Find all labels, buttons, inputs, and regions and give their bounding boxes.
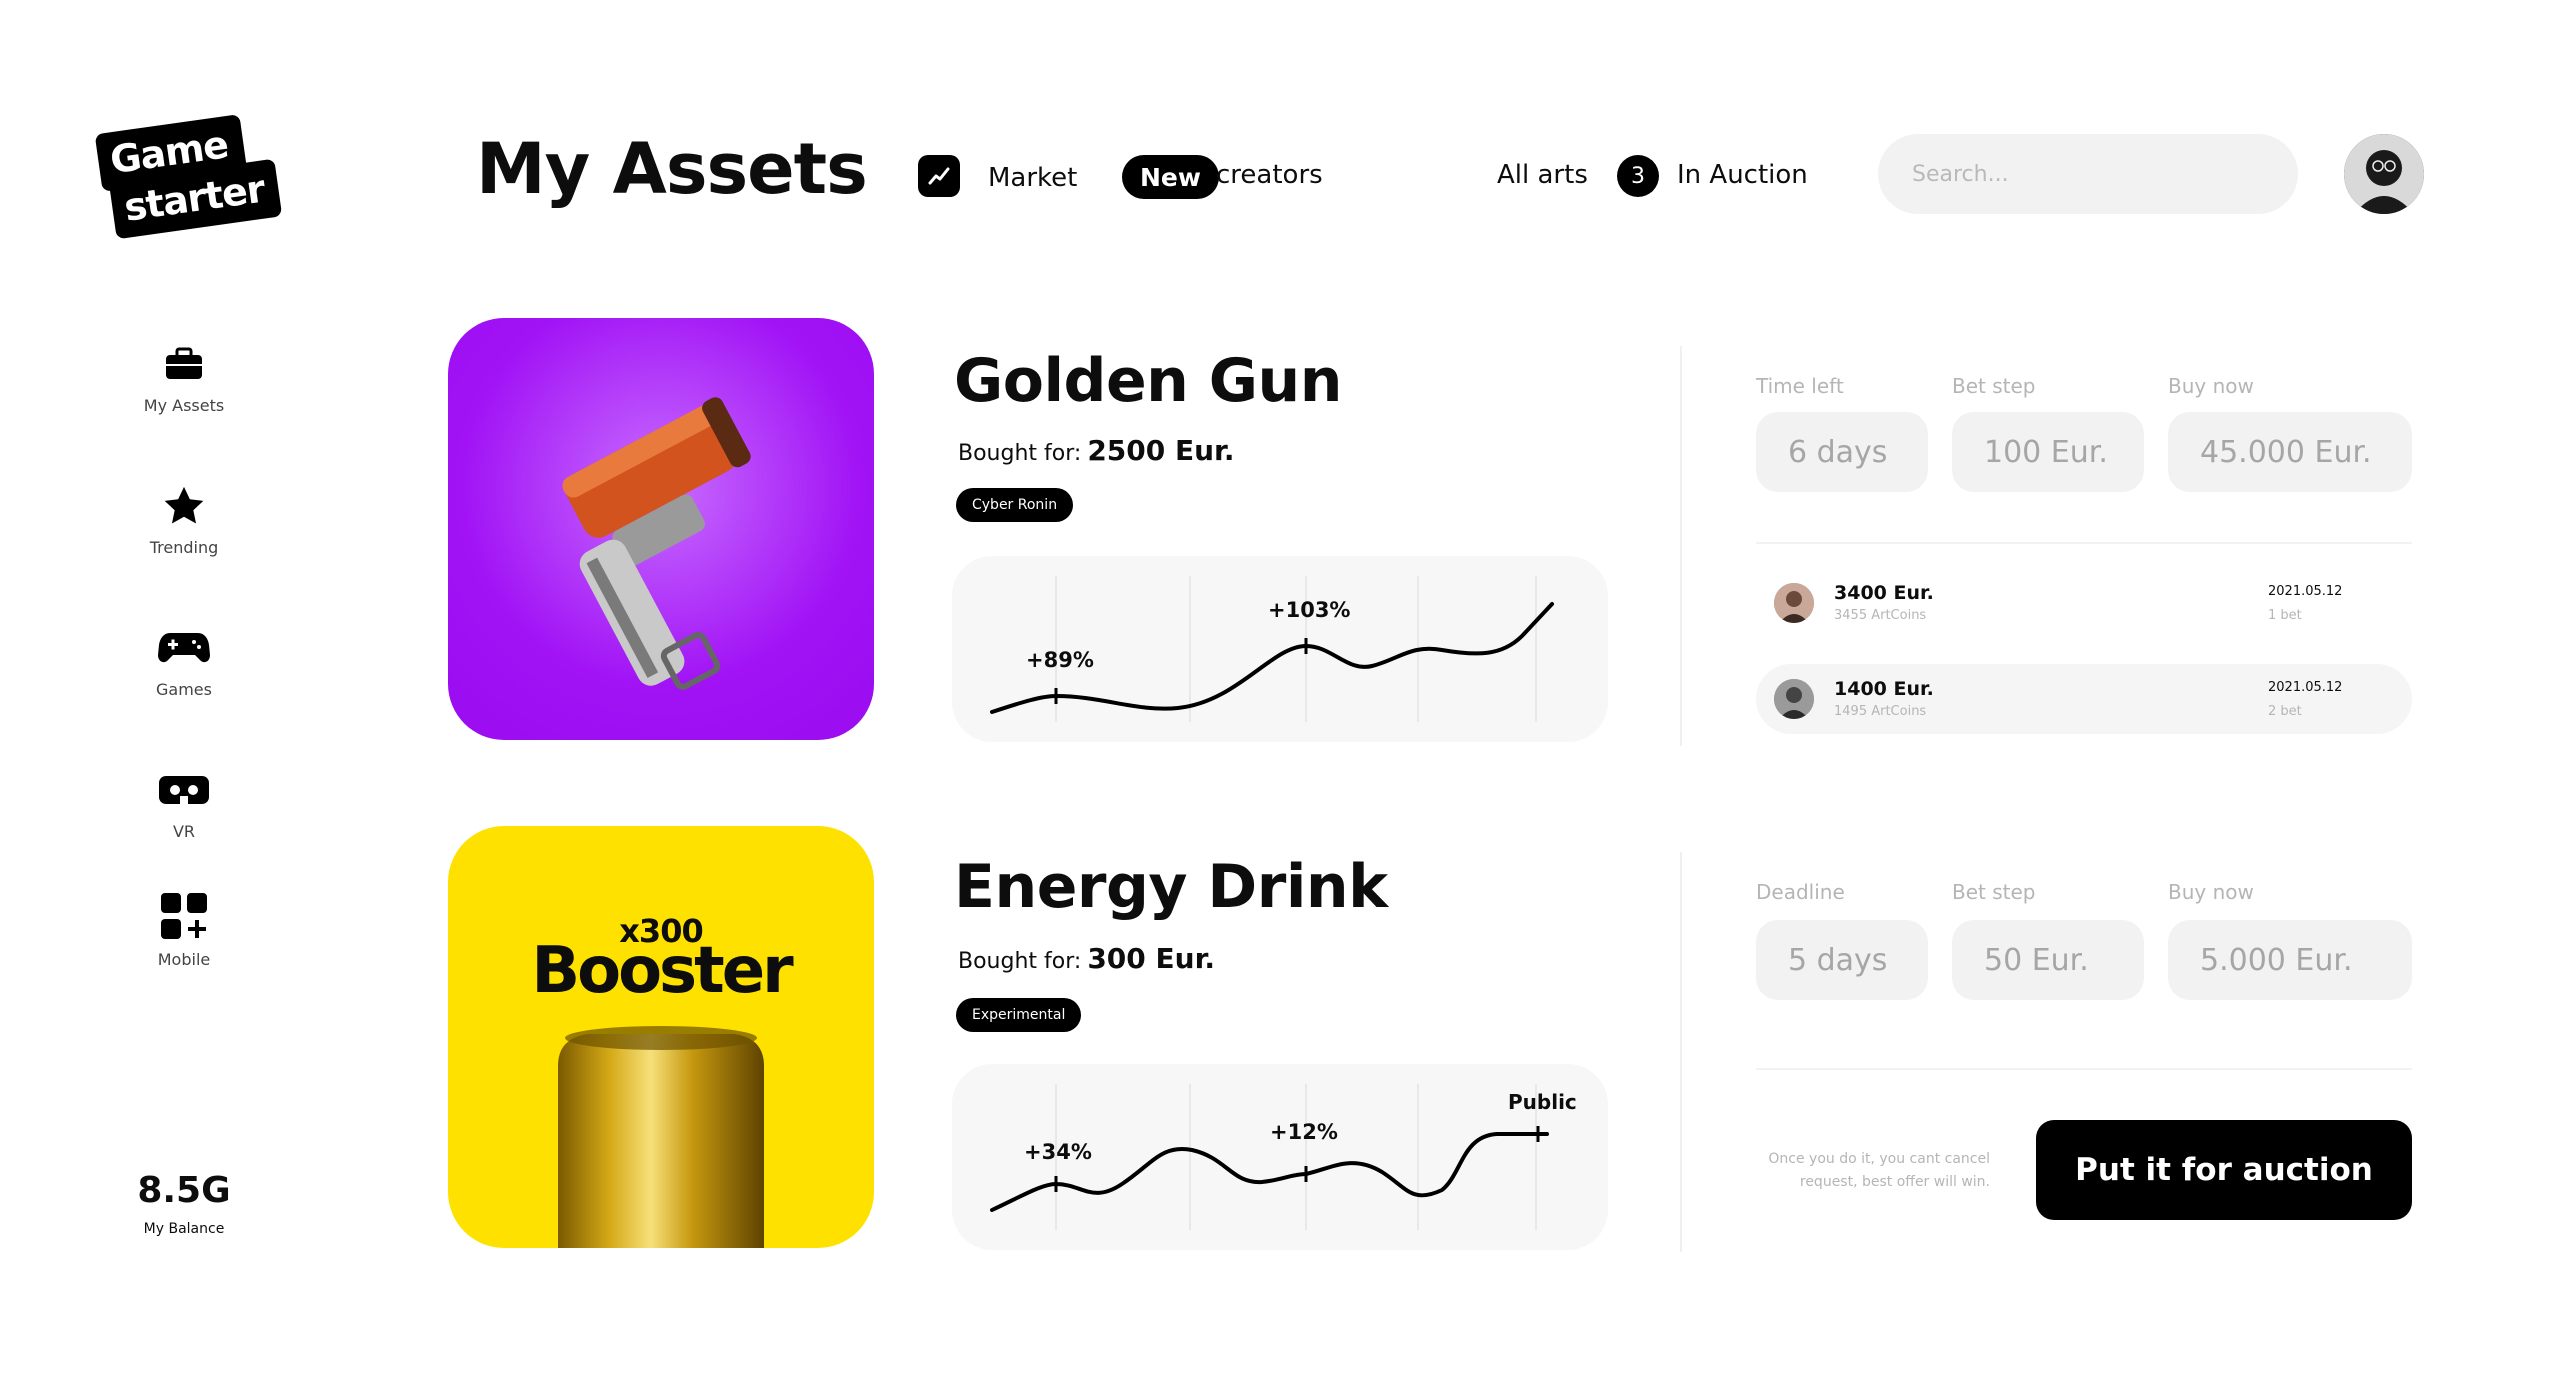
user-avatar[interactable]	[2344, 134, 2424, 214]
buy-now-value: 45.000 Eur.	[2168, 412, 2412, 492]
sidebar-item-label: Trending	[149, 538, 219, 557]
asset-title: Energy Drink	[954, 852, 1388, 922]
sidebar-item-label: VR	[172, 822, 196, 841]
nav-all-arts-link[interactable]: All arts	[1497, 160, 1588, 190]
gamepad-icon	[124, 624, 244, 672]
bidder-avatar	[1774, 679, 1814, 719]
bought-value: 300 Eur.	[1087, 942, 1216, 975]
page-title: My Assets	[476, 128, 868, 210]
sidebar-item-my-assets[interactable]: My Assets	[124, 340, 244, 415]
bid-date: 2021.05.12	[2268, 680, 2343, 695]
bid-amount: 1400 Eur.	[1834, 678, 1934, 700]
auction-note: Once you do it, you cant cancel request,…	[1768, 1151, 1990, 1190]
balance-widget: 8.5G My Balance	[124, 1170, 244, 1237]
bought-value: 2500 Eur.	[1087, 434, 1235, 467]
bid-count: 2 bet	[2268, 704, 2302, 719]
price-graph: +34% +12% Public	[952, 1064, 1608, 1250]
bought-label: Bought for:	[958, 441, 1082, 466]
sidebar-item-label: My Assets	[143, 396, 225, 415]
new-badge[interactable]: New	[1122, 155, 1219, 199]
market-trend-icon[interactable]	[918, 155, 960, 197]
graph-point-label: +89%	[1026, 648, 1094, 672]
apps-grid-icon	[124, 890, 244, 942]
time-left-value: 6 days	[1756, 412, 1928, 492]
asset-image-golden-gun[interactable]	[448, 318, 874, 740]
bought-for: Bought for: 2500 Eur.	[958, 434, 1235, 467]
search-input[interactable]	[1878, 134, 2298, 214]
graph-point-label: Public	[1508, 1090, 1577, 1114]
bidder-avatar	[1774, 583, 1814, 623]
sidebar-item-label: Mobile	[157, 950, 211, 969]
bid-coins: 3455 ArtCoins	[1834, 608, 1927, 623]
bought-label: Bought for:	[958, 949, 1082, 974]
nav-creators-link[interactable]: creators	[1216, 160, 1323, 190]
collection-tag[interactable]: Cyber Ronin	[956, 488, 1074, 522]
buy-now-label: Buy now	[2168, 880, 2254, 904]
divider	[1756, 1068, 2412, 1070]
balance-label: My Balance	[143, 1221, 225, 1237]
deadline-value: 5 days	[1756, 920, 1928, 1000]
graph-point-label: +103%	[1268, 598, 1351, 622]
asset-title: Golden Gun	[954, 346, 1342, 416]
bet-step-value: 50 Eur.	[1952, 920, 2144, 1000]
bid-row[interactable]: 3400 Eur. 3455 ArtCoins 2021.05.12 1 bet	[1756, 568, 2412, 638]
briefcase-icon	[124, 340, 244, 388]
vr-headset-icon	[124, 766, 244, 814]
price-graph: +89% +103%	[952, 556, 1608, 742]
collection-tag[interactable]: Experimental	[956, 998, 1082, 1032]
sidebar-item-label: Games	[156, 680, 212, 699]
sidebar-item-mobile[interactable]: Mobile	[124, 890, 244, 969]
bid-row[interactable]: 1400 Eur. 1495 ArtCoins 2021.05.12 2 bet	[1756, 664, 2412, 734]
bid-count: 1 bet	[2268, 608, 2302, 623]
buy-now-label: Buy now	[2168, 374, 2254, 398]
deadline-label: Deadline	[1756, 880, 1845, 904]
bid-amount: 3400 Eur.	[1834, 582, 1934, 604]
asset-image-energy-drink[interactable]: x300 Booster	[448, 826, 874, 1248]
divider	[1680, 852, 1682, 1252]
star-icon	[124, 482, 244, 530]
bet-step-label: Bet step	[1952, 374, 2036, 398]
sidebar-item-trending[interactable]: Trending	[124, 482, 244, 557]
balance-value: 8.5G	[137, 1170, 231, 1211]
graph-point-label: +34%	[1024, 1140, 1092, 1164]
sidebar-item-games[interactable]: Games	[124, 624, 244, 699]
time-left-label: Time left	[1756, 374, 1844, 398]
graph-point-label: +12%	[1270, 1120, 1338, 1144]
bet-step-label: Bet step	[1952, 880, 2036, 904]
sidebar-item-vr[interactable]: VR	[124, 766, 244, 841]
bid-date: 2021.05.12	[2268, 584, 2343, 599]
bid-coins: 1495 ArtCoins	[1834, 704, 1927, 719]
gamestarter-logo[interactable]: Game starter	[94, 114, 283, 240]
nav-in-auction-link[interactable]: In Auction	[1677, 160, 1808, 190]
divider	[1680, 346, 1682, 746]
put-for-auction-button[interactable]: Put it for auction	[2036, 1120, 2412, 1220]
bought-for: Bought for: 300 Eur.	[958, 942, 1215, 975]
buy-now-value: 5.000 Eur.	[2168, 920, 2412, 1000]
nav-market-link[interactable]: Market	[988, 163, 1077, 193]
bet-step-value: 100 Eur.	[1952, 412, 2144, 492]
divider	[1756, 542, 2412, 544]
auction-count-badge: 3	[1617, 155, 1659, 197]
